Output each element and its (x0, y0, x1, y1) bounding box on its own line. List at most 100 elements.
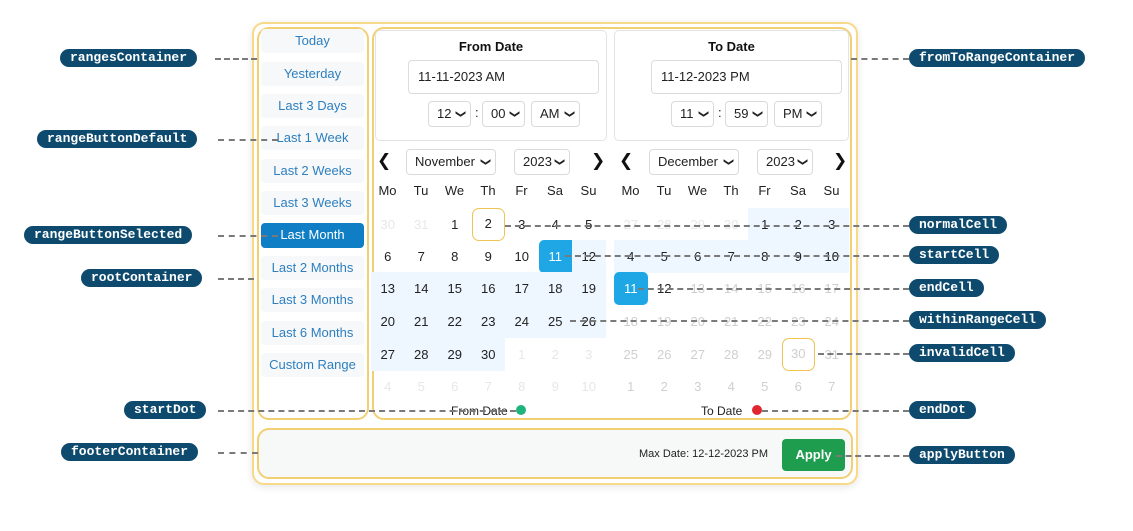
leader-line (851, 58, 909, 60)
next-month-icon[interactable]: ❯ (591, 151, 605, 171)
left-month-value: November (415, 154, 475, 169)
leader-line (762, 410, 909, 412)
time-separator: : (475, 105, 479, 120)
weekday-header: Tu (413, 183, 429, 198)
day-cell[interactable]: 7 (405, 240, 439, 273)
invalid-cell: 1 (627, 379, 635, 394)
within-range-cell[interactable]: 16 (471, 272, 505, 305)
leader-line (215, 58, 257, 60)
within-range-cell[interactable]: 28 (404, 338, 438, 371)
leader-line (218, 139, 278, 141)
to-hour-select[interactable]: 11 ❯ (671, 101, 714, 127)
day-cell[interactable]: 1 (438, 208, 472, 241)
from-date-card: From Date 11-11-2023 AM 12 ❯ : 00 ❯ AM ❯ (375, 30, 607, 141)
within-range-cell[interactable]: 15 (438, 272, 472, 305)
weekday-header: Th (723, 183, 739, 198)
within-range-cell[interactable]: 25 (538, 305, 572, 338)
outside-month-cell: 4 (384, 379, 392, 394)
prev-month-icon[interactable]: ❮ (619, 151, 633, 171)
within-range-cell[interactable]: 27 (371, 338, 405, 371)
right-year-select[interactable]: 2023 ❯ (757, 149, 813, 175)
right-month-value: December (658, 154, 718, 169)
start-dot (516, 405, 526, 415)
chevron-down-icon: ❯ (697, 109, 709, 119)
outside-month-cell: 7 (484, 379, 492, 394)
leader-line (570, 320, 909, 322)
range-button[interactable]: Last 2 Weeks (261, 159, 364, 183)
within-range-cell[interactable]: 19 (572, 272, 606, 305)
left-year-select[interactable]: 2023 ❯ (514, 149, 570, 175)
within-range-cell[interactable]: 21 (404, 305, 438, 338)
from-ampm-select[interactable]: AM ❯ (531, 101, 580, 127)
end-dot (752, 405, 762, 415)
invalid-cell: 27 (690, 347, 705, 362)
annotation-apply-button: applyButton (909, 446, 1015, 464)
outside-month-cell: 1 (518, 347, 526, 362)
outside-month-cell: 2 (471, 208, 505, 241)
invalid-cell: 7 (828, 379, 836, 394)
from-hour-select[interactable]: 12 ❯ (428, 101, 471, 127)
day-cell[interactable]: 9 (472, 240, 506, 273)
weekday-header: Su (823, 183, 840, 198)
right-month-select[interactable]: December ❯ (649, 149, 739, 175)
outside-month-cell: 10 (581, 379, 596, 394)
range-button[interactable]: Yesterday (261, 62, 364, 86)
weekday-header: Fr (758, 183, 771, 198)
day-cell[interactable]: 8 (438, 240, 472, 273)
range-button[interactable]: Custom Range (261, 353, 364, 377)
day-cell[interactable]: 10 (505, 240, 539, 273)
weekday-header: Su (580, 183, 597, 198)
time-separator: : (718, 105, 722, 120)
within-range-cell[interactable]: 20 (371, 305, 405, 338)
range-button[interactable]: Last 3 Weeks (261, 191, 364, 215)
weekday-header: Mo (378, 183, 397, 198)
within-range-cell[interactable]: 23 (471, 305, 505, 338)
range-button[interactable]: Last 3 Days (261, 94, 364, 118)
weekday-header: Fr (515, 183, 528, 198)
chevron-down-icon: ❯ (722, 157, 734, 167)
from-date-input[interactable]: 11-11-2023 AM (408, 60, 599, 94)
invalid-cell: 3 (694, 379, 702, 394)
outside-month-cell: 3 (585, 347, 593, 362)
annotation-invalid-cell: invalidCell (909, 344, 1015, 362)
weekday-header: We (444, 183, 465, 198)
outside-month-cell: 2 (551, 347, 559, 362)
left-month-select[interactable]: November ❯ (406, 149, 496, 175)
range-button[interactable]: Last 1 Week (261, 126, 364, 150)
within-range-cell[interactable]: 14 (404, 272, 438, 305)
range-button[interactable]: Last 3 Months (261, 288, 364, 312)
to-ampm-select[interactable]: PM ❯ (774, 101, 822, 127)
invalid-cell: 6 (794, 379, 802, 394)
from-minute-select[interactable]: 00 ❯ (482, 101, 525, 127)
invalid-cell: 26 (657, 347, 672, 362)
next-month-icon[interactable]: ❯ (833, 151, 847, 171)
within-range-cell[interactable]: 29 (438, 338, 472, 371)
annotation-start-dot: startDot (124, 401, 207, 419)
outside-month-cell: 5 (417, 379, 425, 394)
annotation-end-dot: endDot (909, 401, 976, 419)
range-button[interactable]: Today (261, 29, 364, 53)
leader-line (218, 278, 254, 280)
annotation-ranges-container: rangesContainer (60, 49, 198, 67)
weekday-header: Sa (790, 183, 806, 198)
weekday-header: Sa (547, 183, 563, 198)
to-date-legend: To Date (701, 404, 743, 418)
within-range-cell[interactable]: 17 (505, 272, 539, 305)
chevron-down-icon: ❯ (553, 157, 565, 167)
within-range-cell[interactable]: 18 (538, 272, 572, 305)
within-range-cell[interactable]: 24 (505, 305, 539, 338)
range-button[interactable]: Last 2 Months (261, 256, 364, 280)
day-cell[interactable]: 6 (371, 240, 405, 273)
chevron-down-icon: ❯ (751, 109, 763, 119)
within-range-cell[interactable]: 30 (471, 338, 505, 371)
to-date-card: To Date 11-12-2023 PM 11 ❯ : 59 ❯ PM ❯ (614, 30, 849, 141)
to-minute-select[interactable]: 59 ❯ (725, 101, 768, 127)
range-button[interactable]: Last 6 Months (261, 321, 364, 345)
invalid-cell: 5 (761, 379, 769, 394)
prev-month-icon[interactable]: ❮ (377, 151, 391, 171)
annotation-footer-container: footerContainer (61, 443, 199, 461)
chevron-down-icon: ❯ (479, 157, 491, 167)
to-date-input[interactable]: 11-12-2023 PM (651, 60, 842, 94)
within-range-cell[interactable]: 13 (371, 272, 405, 305)
within-range-cell[interactable]: 22 (438, 305, 472, 338)
